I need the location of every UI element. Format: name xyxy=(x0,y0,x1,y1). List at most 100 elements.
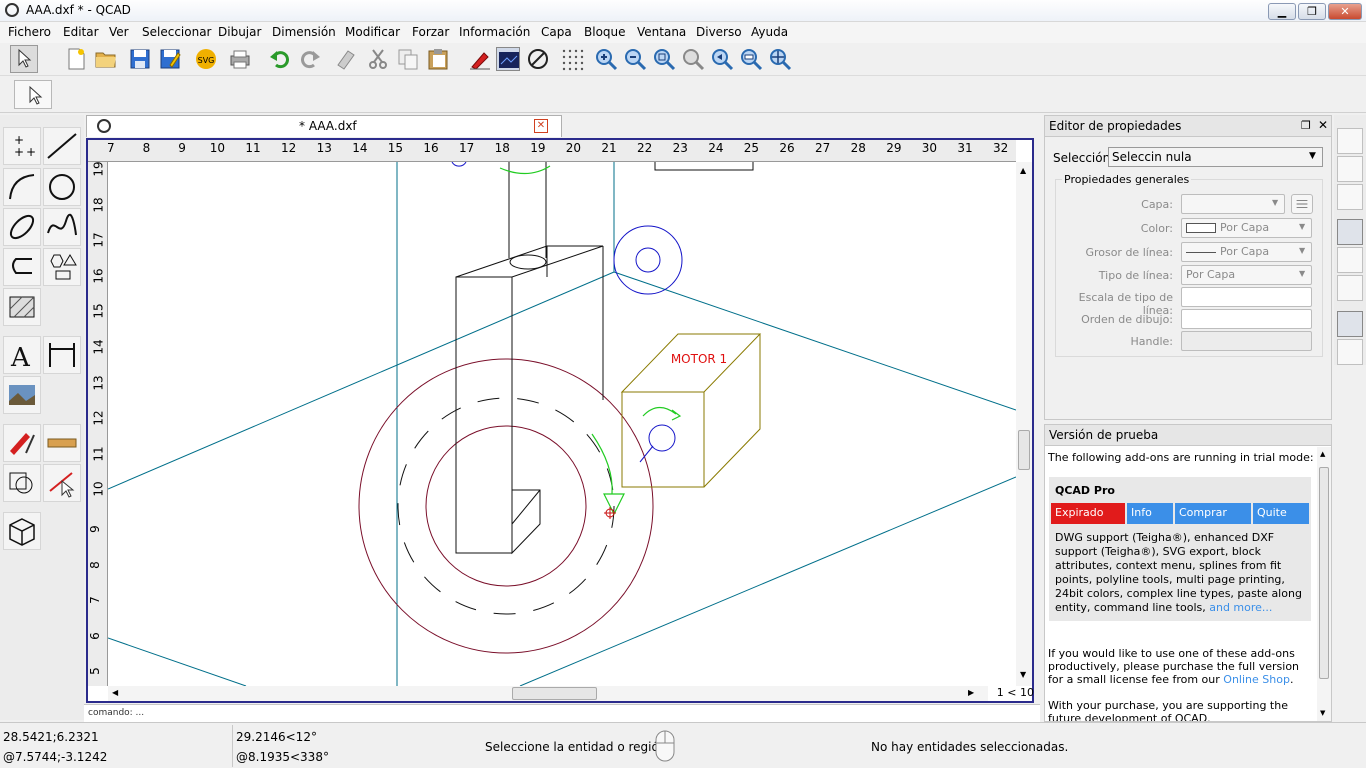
color-dropdown[interactable]: Por Capa ▼ xyxy=(1181,218,1312,238)
polyline-tool-icon[interactable] xyxy=(3,248,41,286)
grid-icon[interactable] xyxy=(560,47,584,71)
vertical-scroll-thumb[interactable] xyxy=(1018,430,1030,470)
menu-capa[interactable]: Capa xyxy=(541,25,572,39)
cut-icon[interactable] xyxy=(366,47,390,71)
circle-slash-icon[interactable] xyxy=(526,47,550,71)
hatch-tool-icon[interactable] xyxy=(3,288,41,326)
menu-editar[interactable]: Editar xyxy=(63,25,99,39)
ellipse-tool-icon[interactable] xyxy=(3,208,41,246)
ruler-tick-label: 32 xyxy=(993,141,1009,155)
layer-list-icon[interactable] xyxy=(1291,194,1313,214)
info-button[interactable]: Info xyxy=(1127,503,1173,524)
copy-icon[interactable] xyxy=(396,47,420,71)
remove-button[interactable]: Quite xyxy=(1253,503,1309,524)
drawing-canvas[interactable]: MOTOR 1 xyxy=(108,162,1016,686)
draw-order-input[interactable] xyxy=(1181,309,1312,329)
new-file-icon[interactable] xyxy=(64,47,88,71)
save-as-icon[interactable] xyxy=(158,47,182,71)
command-line[interactable]: comando: ... xyxy=(84,704,1040,722)
vertical-scrollbar[interactable]: ▲ ▼ xyxy=(1016,162,1032,686)
block-tools-icon[interactable] xyxy=(3,464,41,502)
arc-tool-icon[interactable] xyxy=(3,168,41,206)
menu-informacion[interactable]: Información xyxy=(459,25,530,39)
scroll-up-icon[interactable]: ▲ xyxy=(1320,450,1325,458)
print-icon[interactable] xyxy=(228,47,252,71)
circle-tool-icon[interactable] xyxy=(43,168,81,206)
svg-export-icon[interactable]: SVG xyxy=(194,47,218,71)
modify-tools-icon[interactable] xyxy=(43,424,81,462)
scroll-left-icon[interactable]: ◀ xyxy=(112,688,118,697)
options-toolbar xyxy=(0,77,1366,113)
zoom-pan-icon[interactable] xyxy=(768,47,792,71)
select-tools-icon[interactable] xyxy=(43,464,81,502)
zoom-in-icon[interactable] xyxy=(594,47,618,71)
maximize-button[interactable]: ❐ xyxy=(1298,3,1326,20)
menu-dibujar[interactable]: Dibujar xyxy=(218,25,261,39)
menu-fichero[interactable]: Fichero xyxy=(8,25,51,39)
menu-forzar[interactable]: Forzar xyxy=(412,25,449,39)
selection-dropdown[interactable]: Seleccin nula ▼ xyxy=(1108,147,1323,167)
zoom-auto-icon[interactable] xyxy=(652,47,676,71)
points-tool-icon[interactable]: + + + xyxy=(3,127,41,165)
menu-ver[interactable]: Ver xyxy=(109,25,129,39)
lineweight-dropdown[interactable]: Por Capa ▼ xyxy=(1181,242,1312,262)
document-tab[interactable]: * AAA.dxf ✕ xyxy=(86,115,562,137)
trial-scroll-thumb[interactable] xyxy=(1319,467,1329,679)
menu-dimension[interactable]: Dimensión xyxy=(272,25,336,39)
buy-button[interactable]: Comprar xyxy=(1175,503,1251,524)
undo-icon[interactable] xyxy=(268,47,292,71)
text-tool-icon[interactable]: A xyxy=(3,336,41,374)
menu-modificar[interactable]: Modificar xyxy=(345,25,400,39)
dimension-tool-icon[interactable] xyxy=(43,336,81,374)
pen-icon[interactable] xyxy=(468,47,492,71)
layers-icon[interactable] xyxy=(1337,128,1363,154)
drawing-tools-icon[interactable] xyxy=(3,424,41,462)
3d-box-icon[interactable] xyxy=(3,512,41,550)
menu-ayuda[interactable]: Ayuda xyxy=(751,25,788,39)
menu-ventana[interactable]: Ventana xyxy=(637,25,686,39)
draft-mode-icon[interactable] xyxy=(496,47,520,71)
zoom-out-icon[interactable] xyxy=(623,47,647,71)
eraser-icon[interactable] xyxy=(334,47,358,71)
spline-tool-icon[interactable] xyxy=(43,208,81,246)
linetype-dropdown[interactable]: Por Capa ▼ xyxy=(1181,265,1312,285)
save-icon[interactable] xyxy=(128,47,152,71)
library-icon[interactable] xyxy=(1337,184,1363,210)
blocks-icon[interactable] xyxy=(1337,156,1363,182)
scroll-down-icon[interactable]: ▼ xyxy=(1320,709,1325,717)
close-button[interactable]: ✕ xyxy=(1328,3,1362,20)
trial-scrollbar[interactable]: ▲ ▼ xyxy=(1317,447,1331,721)
menu-seleccionar[interactable]: Seleccionar xyxy=(142,25,211,39)
redo-icon[interactable] xyxy=(298,47,322,71)
layer-dropdown[interactable]: ▼ xyxy=(1181,194,1285,214)
zoom-selection-icon[interactable] xyxy=(710,47,734,71)
close-tab-icon[interactable]: ✕ xyxy=(534,119,548,133)
filter-icon[interactable] xyxy=(1337,247,1363,273)
horizontal-scroll-thumb[interactable] xyxy=(512,687,597,700)
zoom-window-icon[interactable] xyxy=(739,47,763,71)
view-list-icon[interactable] xyxy=(1337,275,1363,301)
shapes-tool-icon[interactable] xyxy=(43,248,81,286)
menu-bloque[interactable]: Bloque xyxy=(584,25,626,39)
online-shop-link[interactable]: Online Shop xyxy=(1223,673,1290,686)
minimize-button[interactable]: ▁ xyxy=(1268,3,1296,20)
float-dock-icon[interactable]: ❐ xyxy=(1301,119,1311,132)
scroll-down-icon[interactable]: ▼ xyxy=(1020,670,1026,679)
more-link[interactable]: and more... xyxy=(1209,601,1272,614)
line-tool-icon[interactable] xyxy=(43,127,81,165)
scroll-right-icon[interactable]: ▶ xyxy=(968,688,974,697)
select-pointer-icon[interactable] xyxy=(10,45,38,73)
scroll-up-icon[interactable]: ▲ xyxy=(1020,166,1026,175)
horizontal-scrollbar[interactable]: ◀ ▶ xyxy=(108,686,988,701)
open-folder-icon[interactable] xyxy=(94,47,118,71)
menu-diverso[interactable]: Diverso xyxy=(696,25,742,39)
property-editor-icon[interactable] xyxy=(1337,219,1363,245)
image-tool-icon[interactable] xyxy=(3,376,41,414)
clipboard-icon[interactable] xyxy=(1337,339,1363,365)
close-dock-icon[interactable]: ✕ xyxy=(1318,118,1328,132)
snap-pointer-button[interactable] xyxy=(14,80,52,109)
zoom-previous-icon[interactable] xyxy=(681,47,705,71)
linetype-scale-input[interactable] xyxy=(1181,287,1312,307)
paste-icon[interactable] xyxy=(426,47,450,71)
trial-panel-icon[interactable] xyxy=(1337,311,1363,337)
